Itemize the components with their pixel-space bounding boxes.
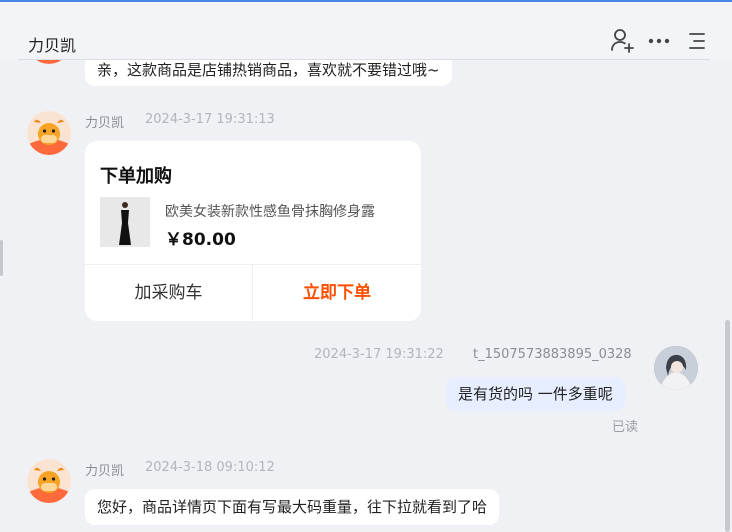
sender-name: 力贝凯	[85, 464, 125, 479]
card-title: 下单加购	[100, 166, 172, 187]
message-text: 是有货的吗 一件多重呢	[458, 385, 613, 403]
more-icon[interactable]	[645, 26, 673, 54]
sender-name: 力贝凯	[85, 116, 125, 131]
product-name[interactable]: 欧美女装新款性感鱼骨抹胸修身露	[165, 201, 410, 221]
shop-avatar	[27, 111, 71, 155]
product-price: ￥80.00	[165, 230, 236, 250]
message-time: 2024-3-17 19:31:13	[145, 112, 275, 127]
read-status: 已读	[612, 420, 639, 435]
buy-now-button[interactable]: 立即下单	[253, 265, 421, 321]
message-text: 亲，这款商品是店铺热销商品，喜欢就不要错过哦~	[97, 61, 440, 79]
scrollbar[interactable]	[725, 320, 730, 532]
message-time: 2024-3-18 09:10:12	[145, 460, 275, 475]
product-thumbnail[interactable]	[100, 197, 150, 247]
chat-header: 力贝凯	[0, 2, 732, 60]
shop-avatar	[27, 459, 71, 503]
message-text: 您好，商品详情页下面有写最大码重量，往下拉就看到了哈	[97, 498, 488, 516]
sender-name: t_1507573883895_0328	[473, 347, 632, 362]
add-to-cart-button[interactable]: 加采购车	[85, 265, 252, 321]
menu-icon[interactable]	[683, 26, 711, 54]
order-card: 下单加购 欧美女装新款性感鱼骨抹胸修身露 ￥80.00 加采购车 立即下单	[85, 141, 421, 321]
header-divider	[18, 59, 710, 60]
message-bubble: 您好，商品详情页下面有写最大码重量，往下拉就看到了哈	[85, 489, 500, 525]
message-time: 2024-3-17 19:31:22	[314, 347, 444, 362]
message-bubble: 是有货的吗 一件多重呢	[446, 377, 625, 411]
add-user-icon[interactable]	[608, 26, 636, 54]
user-avatar	[654, 346, 698, 390]
resize-handle[interactable]	[0, 240, 3, 276]
chat-title: 力贝凯	[28, 36, 77, 55]
